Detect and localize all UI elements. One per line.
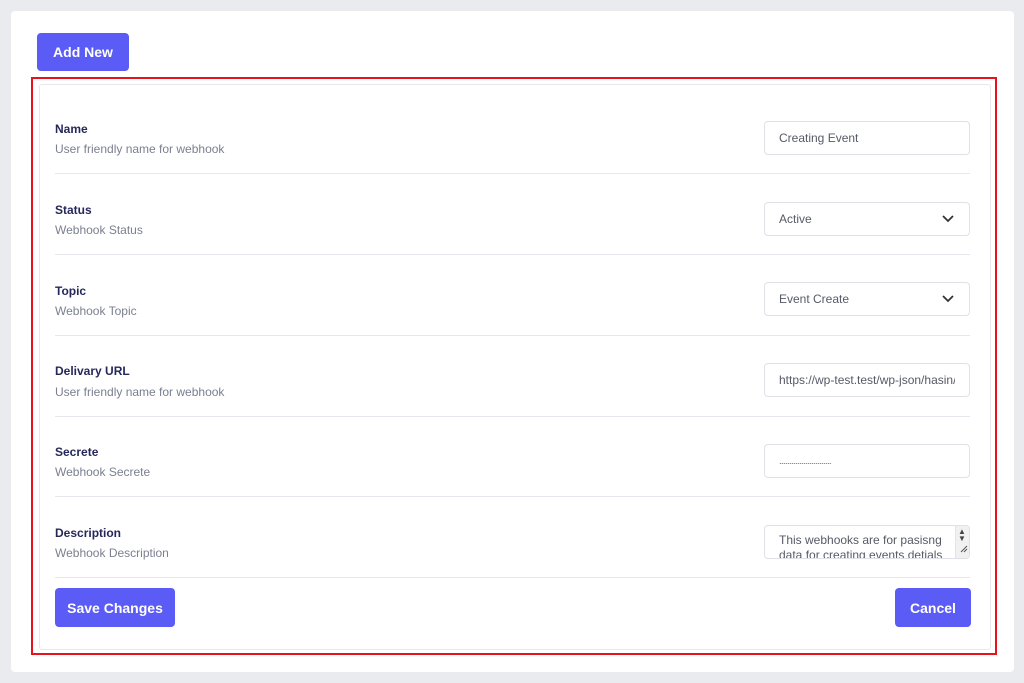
delivery-url-input-value: https://wp-test.test/wp-json/hasin/v <box>779 373 955 387</box>
field-description: User friendly name for webhook <box>55 142 225 156</box>
form-row-name: Name User friendly name for webhook Crea… <box>55 101 970 181</box>
field-description: Webhook Secrete <box>55 465 151 479</box>
name-input[interactable]: Creating Event <box>764 121 970 155</box>
field-description: Webhook Topic <box>55 304 137 318</box>
field-description: User friendly name for webhook <box>55 385 225 399</box>
row-divider <box>55 335 970 336</box>
delivery-url-input[interactable]: https://wp-test.test/wp-json/hasin/v <box>764 363 970 397</box>
status-select-value: Active <box>779 212 812 226</box>
cancel-button[interactable]: Cancel <box>895 588 971 627</box>
form-row-description: Description Webhook Description This web… <box>55 505 970 585</box>
status-select[interactable]: Active <box>764 202 970 236</box>
row-divider <box>55 416 970 417</box>
chevron-down-icon <box>941 292 955 306</box>
row-divider <box>55 173 970 174</box>
row-divider <box>55 496 970 497</box>
field-label: Name <box>55 122 88 136</box>
secret-input[interactable]: .......................... <box>764 444 970 478</box>
scroll-arrows-icon: ▲ ▼ <box>958 527 966 543</box>
description-textarea[interactable]: This webhooks are for pasisng data for c… <box>764 525 970 559</box>
name-input-value: Creating Event <box>779 131 859 145</box>
field-description: Webhook Description <box>55 546 169 560</box>
form-row-topic: Topic Webhook Topic Event Create <box>55 263 970 343</box>
field-label: Delivary URL <box>55 364 130 378</box>
form-row-delivery-url: Delivary URL User friendly name for webh… <box>55 343 970 423</box>
topic-select[interactable]: Event Create <box>764 282 970 316</box>
secret-input-value: .......................... <box>779 456 832 466</box>
description-textarea-value: This webhooks are for pasisng data for c… <box>779 533 943 559</box>
resize-handle-icon[interactable] <box>959 542 968 557</box>
field-label: Description <box>55 526 122 540</box>
save-changes-button[interactable]: Save Changes <box>55 588 175 627</box>
form-row-status: Status Webhook Status Active <box>55 182 970 262</box>
chevron-down-icon <box>941 212 955 226</box>
add-new-button[interactable]: Add New <box>37 33 129 71</box>
row-divider <box>55 577 970 578</box>
topic-select-value: Event Create <box>779 292 850 306</box>
field-label: Topic <box>55 284 87 298</box>
form-row-secret: Secrete Webhook Secrete ................… <box>55 424 970 504</box>
field-label: Secrete <box>55 445 99 459</box>
row-divider <box>55 254 970 255</box>
field-label: Status <box>55 203 92 217</box>
field-description: Webhook Status <box>55 223 143 237</box>
